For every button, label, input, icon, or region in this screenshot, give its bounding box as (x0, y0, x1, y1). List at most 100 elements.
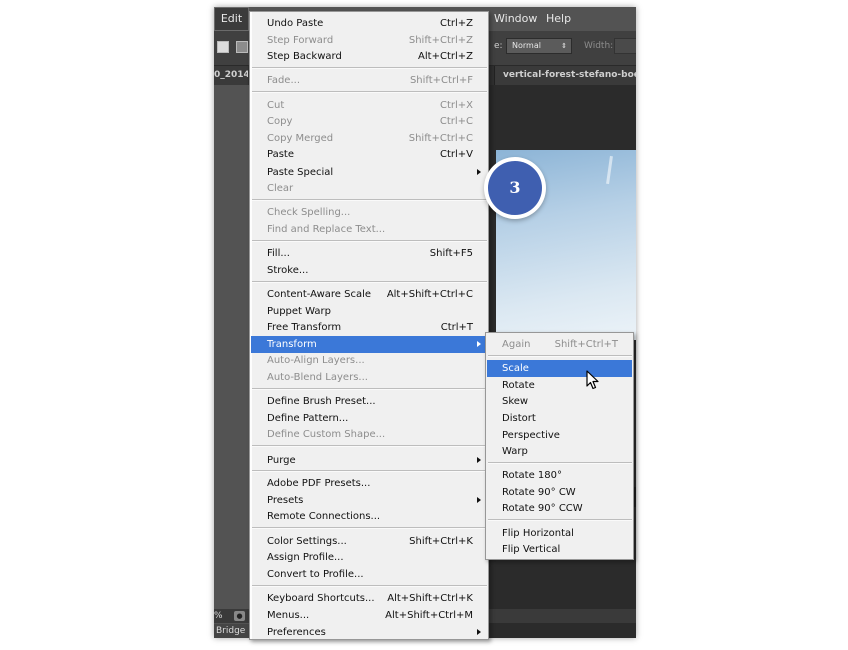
menu-item-define-pattern[interactable]: Define Pattern... (251, 410, 487, 427)
menu-item-label: Check Spelling... (267, 207, 351, 218)
menu-help[interactable]: Help (546, 7, 571, 31)
menu-item-define-custom-shape[interactable]: Define Custom Shape... (251, 426, 487, 443)
menu-item-free-transform[interactable]: Free Transform Ctrl+T (251, 319, 487, 336)
menu-separator (252, 585, 487, 587)
menu-item-label: Step Forward (267, 35, 334, 46)
style-value: Normal (512, 41, 541, 50)
menu-item-label: Rotate 90° CCW (502, 503, 583, 514)
menu-item-label: Convert to Profile... (267, 569, 364, 580)
submenu-item-perspective[interactable]: Perspective (487, 427, 632, 444)
mouse-pointer-icon (586, 370, 599, 390)
menu-separator (488, 462, 632, 464)
menu-item-label: Copy (267, 116, 293, 127)
menu-separator (252, 281, 487, 283)
menu-item-fill[interactable]: Fill... Shift+F5 (251, 245, 487, 262)
submenu-item-flip-vertical[interactable]: Flip Vertical (487, 541, 632, 558)
bridge-tab[interactable]: Bridge (214, 624, 249, 638)
status-info-icon[interactable]: ● (234, 611, 245, 621)
menu-item-puppet-warp[interactable]: Puppet Warp (251, 303, 487, 320)
menu-item-undo-paste[interactable]: Undo Paste Ctrl+Z (251, 15, 487, 32)
submenu-item-distort[interactable]: Distort (487, 410, 632, 427)
menu-item-remote-connections[interactable]: Remote Connections... (251, 508, 487, 525)
add-to-selection-icon[interactable] (236, 41, 248, 53)
menu-item-adobe-pdf-presets[interactable]: Adobe PDF Presets... (251, 475, 487, 492)
menu-item-shortcut: Ctrl+X (439, 100, 473, 111)
menu-item-label: Rotate 180° (502, 470, 563, 481)
submenu-item-rotate[interactable]: Rotate (487, 377, 632, 394)
style-select[interactable]: Normal ⇕ (506, 38, 572, 54)
menu-item-step-backward[interactable]: Step Backward Alt+Ctrl+Z (251, 48, 487, 65)
menu-item-label: Rotate 90° CW (502, 487, 576, 498)
menu-item-label: Menus... (267, 610, 310, 621)
menu-item-label: Again (502, 339, 531, 350)
menu-item-label: Fill... (267, 248, 290, 259)
menu-separator (252, 240, 487, 242)
new-selection-icon[interactable] (217, 41, 229, 53)
menu-item-paste-special[interactable]: Paste Special (251, 164, 487, 181)
menu-item-copy[interactable]: Copy Ctrl+C (251, 113, 487, 130)
menu-item-fade[interactable]: Fade... Shift+Ctrl+F (251, 72, 487, 89)
menu-item-color-settings[interactable]: Color Settings... Shift+Ctrl+K (251, 533, 487, 550)
menu-item-label: Define Pattern... (267, 413, 349, 424)
menu-item-label: Cut (267, 100, 285, 111)
menu-item-preferences[interactable]: Preferences (251, 624, 487, 641)
menu-item-label: Remote Connections... (267, 511, 381, 522)
submenu-item-again[interactable]: Again Shift+Ctrl+T (487, 336, 632, 353)
menu-item-auto-blend-layers[interactable]: Auto-Blend Layers... (251, 369, 487, 386)
menu-item-find-replace[interactable]: Find and Replace Text... (251, 221, 487, 238)
document-tab[interactable]: 0_2014-1 (214, 66, 248, 85)
menu-item-keyboard-shortcuts[interactable]: Keyboard Shortcuts... Alt+Shift+Ctrl+K (251, 590, 487, 607)
submenu-item-flip-horizontal[interactable]: Flip Horizontal (487, 525, 632, 542)
menu-item-presets[interactable]: Presets (251, 492, 487, 509)
menu-item-shortcut: Ctrl+T (440, 322, 473, 333)
submenu-item-rotate-90-cw[interactable]: Rotate 90° CW (487, 484, 632, 501)
menu-item-assign-profile[interactable]: Assign Profile... (251, 549, 487, 566)
menu-item-shortcut: Shift+F5 (429, 248, 473, 259)
submenu-item-warp[interactable]: Warp (487, 443, 632, 460)
zoom-level: % (214, 611, 223, 621)
menu-item-label: Assign Profile... (267, 552, 344, 563)
menu-item-label: Preferences (267, 627, 326, 638)
menu-item-copy-merged[interactable]: Copy Merged Shift+Ctrl+C (251, 130, 487, 147)
menu-item-label: Color Settings... (267, 536, 347, 547)
menu-item-transform[interactable]: Transform (251, 336, 487, 353)
tools-panel (214, 85, 249, 638)
submenu-item-rotate-90-ccw[interactable]: Rotate 90° CCW (487, 500, 632, 517)
menu-item-shortcut: Ctrl+Z (439, 18, 473, 29)
menu-item-label: Undo Paste (267, 18, 324, 29)
menu-item-label: Copy Merged (267, 133, 334, 144)
menu-item-convert-to-profile[interactable]: Convert to Profile... (251, 566, 487, 583)
menu-edit[interactable]: Edit (214, 7, 249, 31)
menu-item-shortcut: Ctrl+V (439, 149, 473, 160)
menu-item-menus[interactable]: Menus... Alt+Shift+Ctrl+M (251, 607, 487, 624)
submenu-item-skew[interactable]: Skew (487, 393, 632, 410)
menu-item-stroke[interactable]: Stroke... (251, 262, 487, 279)
menu-item-label: Find and Replace Text... (267, 224, 386, 235)
menu-item-paste[interactable]: Paste Ctrl+V (251, 146, 487, 163)
transform-submenu: Again Shift+Ctrl+T Scale Rotate Skew Dist… (485, 332, 634, 560)
menu-item-step-forward[interactable]: Step Forward Shift+Ctrl+Z (251, 32, 487, 49)
menu-item-label: Skew (502, 396, 529, 407)
step-number-badge: 3 (484, 157, 546, 219)
menu-item-purge[interactable]: Purge (251, 452, 487, 469)
width-input[interactable] (614, 38, 636, 54)
menu-separator (252, 67, 487, 69)
menu-separator (252, 527, 487, 529)
menu-item-label: Flip Vertical (502, 544, 561, 555)
menu-item-label: Paste Special (267, 167, 334, 178)
menu-item-label: Step Backward (267, 51, 342, 62)
menu-item-label: Keyboard Shortcuts... (267, 593, 375, 604)
menu-item-content-aware-scale[interactable]: Content-Aware Scale Alt+Shift+Ctrl+C (251, 286, 487, 303)
menu-item-define-brush-preset[interactable]: Define Brush Preset... (251, 393, 487, 410)
menu-item-auto-align-layers[interactable]: Auto-Align Layers... (251, 352, 487, 369)
menu-item-label: Stroke... (267, 265, 309, 276)
menu-item-label: Perspective (502, 430, 560, 441)
submenu-item-scale[interactable]: Scale (487, 360, 632, 377)
menu-item-check-spelling[interactable]: Check Spelling... (251, 204, 487, 221)
submenu-item-rotate-180[interactable]: Rotate 180° (487, 467, 632, 484)
menu-window[interactable]: Window (494, 7, 537, 31)
menu-item-shortcut: Shift+Ctrl+F (409, 75, 473, 86)
menu-item-cut[interactable]: Cut Ctrl+X (251, 97, 487, 114)
menu-item-clear[interactable]: Clear (251, 180, 487, 197)
document-tab-active[interactable]: vertical-forest-stefano-boeri-c (494, 66, 636, 85)
